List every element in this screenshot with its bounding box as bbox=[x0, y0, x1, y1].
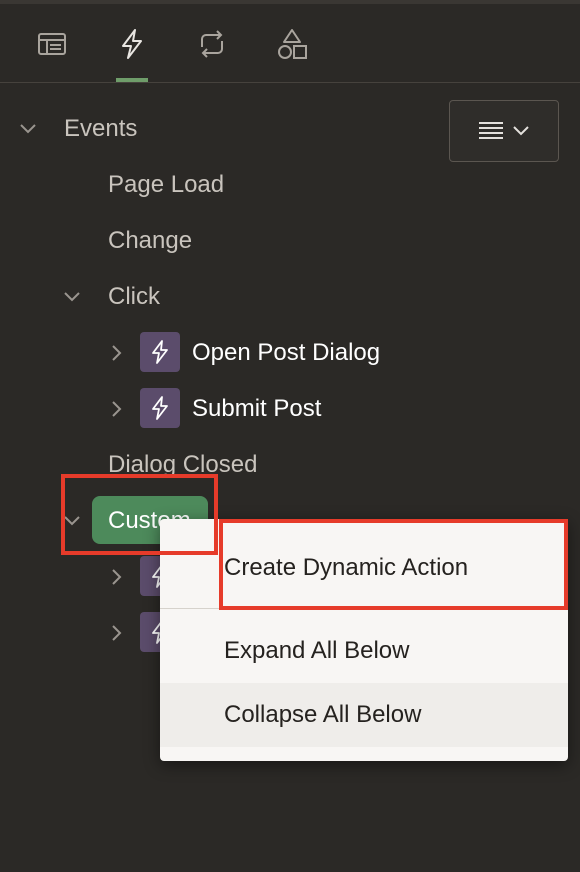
tree-node-change[interactable]: Change bbox=[108, 227, 192, 255]
dynamic-action-icon bbox=[140, 388, 180, 428]
tab-shared-components[interactable] bbox=[272, 24, 312, 64]
menu-item-collapse-all-below[interactable]: Collapse All Below bbox=[160, 683, 568, 747]
chevron-right-icon bbox=[112, 569, 122, 585]
open-post-dialog-expand-toggle[interactable] bbox=[104, 341, 128, 365]
rendering-icon bbox=[38, 33, 66, 55]
tree-menu-button[interactable] bbox=[449, 100, 559, 162]
tab-dynamic-actions[interactable] bbox=[112, 24, 152, 64]
tree-node-events[interactable]: Events bbox=[64, 115, 137, 143]
tab-bar bbox=[0, 4, 580, 83]
tab-processing[interactable] bbox=[192, 24, 232, 64]
lightning-bolt-icon bbox=[152, 340, 168, 364]
annotation-box-create-dynamic-action bbox=[219, 519, 568, 610]
shapes-icon bbox=[278, 29, 307, 59]
custom-child-1-expand-toggle[interactable] bbox=[104, 565, 128, 589]
annotation-box-custom bbox=[61, 474, 218, 555]
chevron-right-icon bbox=[112, 401, 122, 417]
click-collapse-toggle[interactable] bbox=[60, 285, 84, 309]
tab-rendering[interactable] bbox=[32, 24, 72, 64]
lightning-bolt-icon bbox=[122, 29, 142, 59]
chevron-down-icon bbox=[513, 126, 529, 136]
chevron-down-icon bbox=[20, 124, 36, 134]
tree-node-submit-post[interactable]: Submit Post bbox=[192, 395, 321, 423]
events-collapse-toggle[interactable] bbox=[16, 117, 40, 141]
custom-child-2-expand-toggle[interactable] bbox=[104, 621, 128, 645]
tree-node-page-load[interactable]: Page Load bbox=[108, 171, 224, 199]
processing-cycle-icon bbox=[201, 30, 223, 58]
hamburger-icon bbox=[479, 122, 503, 139]
active-tab-indicator bbox=[116, 78, 148, 82]
chevron-right-icon bbox=[112, 625, 122, 641]
tree-node-click[interactable]: Click bbox=[108, 283, 160, 311]
dynamic-action-icon bbox=[140, 332, 180, 372]
menu-item-expand-all-below[interactable]: Expand All Below bbox=[160, 619, 568, 683]
submit-post-expand-toggle[interactable] bbox=[104, 397, 128, 421]
lightning-bolt-icon bbox=[152, 396, 168, 420]
tree-node-open-post-dialog[interactable]: Open Post Dialog bbox=[192, 339, 380, 367]
chevron-right-icon bbox=[112, 345, 122, 361]
chevron-down-icon bbox=[64, 292, 80, 302]
